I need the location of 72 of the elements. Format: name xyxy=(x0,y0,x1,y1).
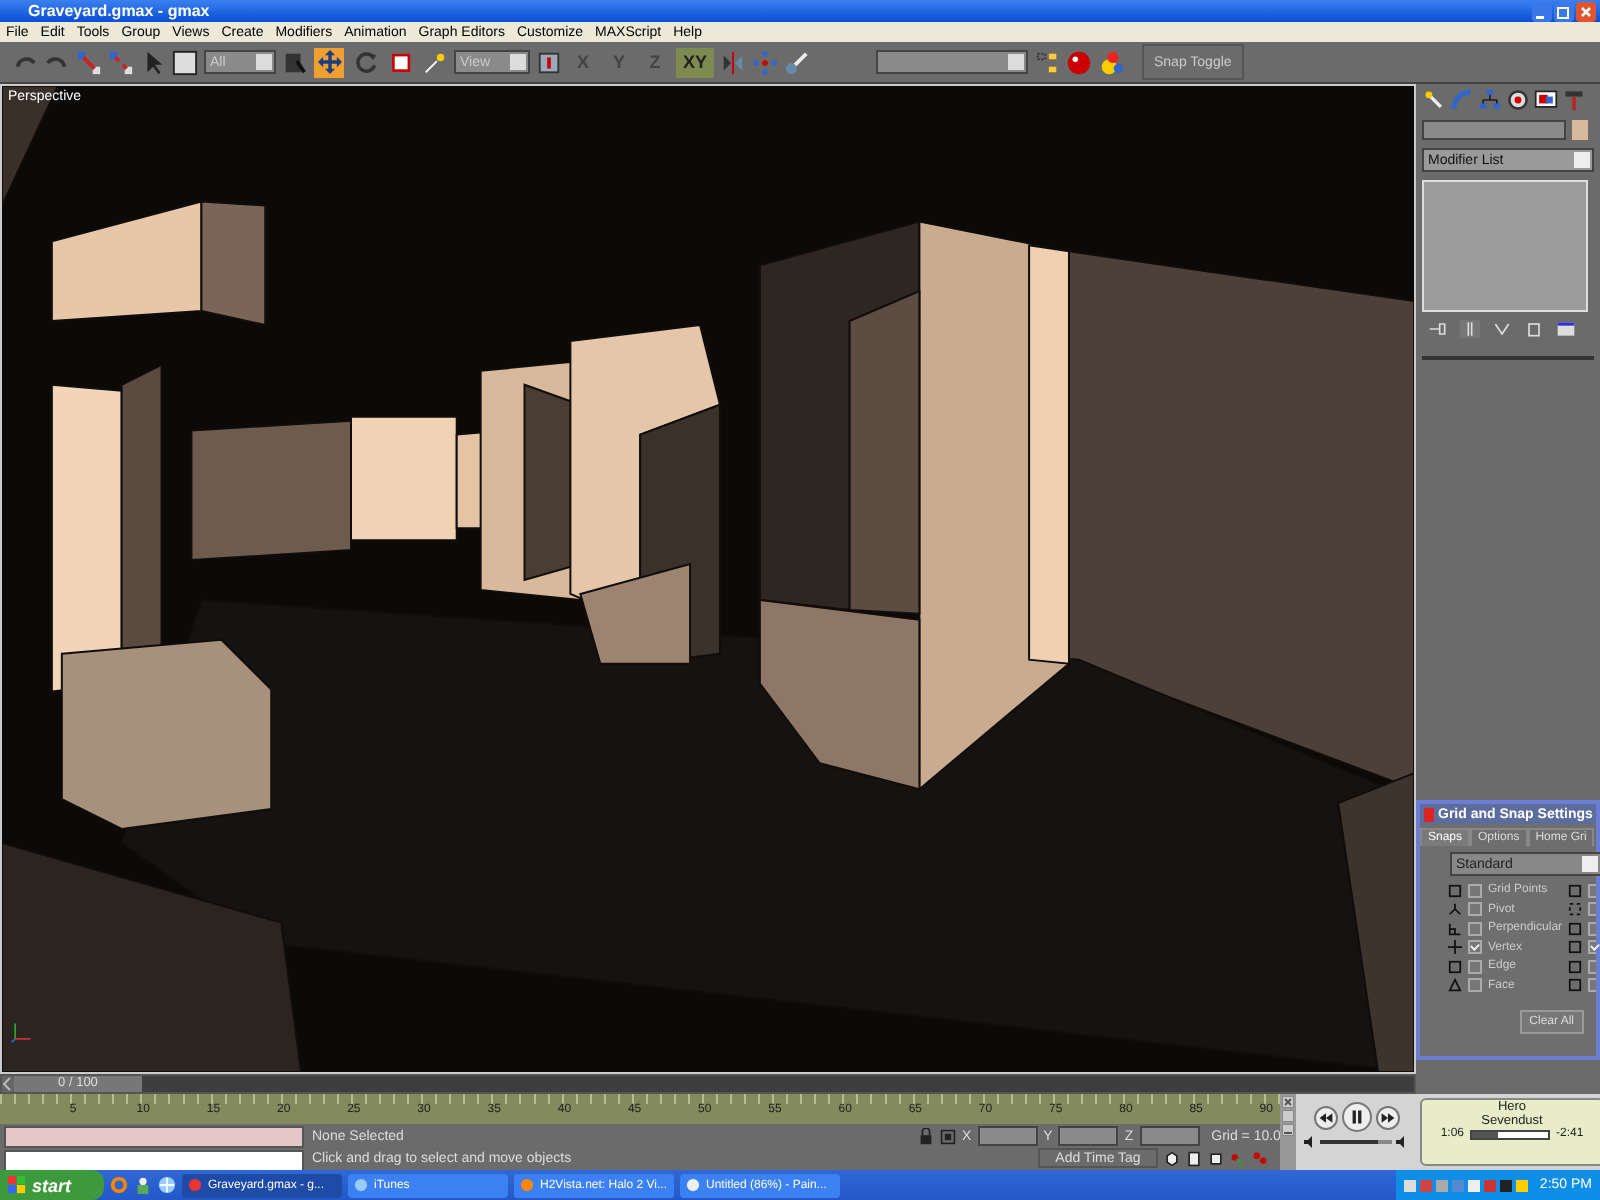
left-arrow-icon[interactable] xyxy=(2,1076,14,1092)
app-logo-icon xyxy=(1424,807,1434,821)
monitor-icon[interactable] xyxy=(1534,88,1558,112)
snap-checkbox[interactable] xyxy=(1468,959,1482,974)
select-by-name-icon[interactable] xyxy=(282,49,308,75)
perpendicular-icon xyxy=(1448,921,1462,936)
browser-icon[interactable] xyxy=(110,1176,128,1194)
pause-button[interactable] xyxy=(1341,1102,1371,1132)
coordinate-field[interactable] xyxy=(977,1126,1038,1146)
pivot-center-icon[interactable] xyxy=(536,49,562,75)
coordinate-field[interactable] xyxy=(1058,1126,1119,1146)
app-icon xyxy=(354,1178,368,1192)
unlink-icon[interactable] xyxy=(108,49,134,75)
app-icon xyxy=(686,1178,700,1192)
snap-checkbox[interactable] xyxy=(1588,940,1596,955)
pivot-icon xyxy=(1448,902,1462,917)
link-icon[interactable] xyxy=(76,49,102,75)
snap-checkbox[interactable] xyxy=(1588,902,1596,917)
square-outline-icon xyxy=(1448,959,1462,974)
snap-checkbox[interactable] xyxy=(1588,921,1597,936)
snap-checkbox[interactable] xyxy=(1468,883,1482,898)
snap-checkbox[interactable] xyxy=(1588,959,1596,974)
windows-flag-icon xyxy=(8,1176,26,1194)
colored-balls-icon[interactable] xyxy=(1098,49,1124,75)
next-button[interactable] xyxy=(1375,1105,1399,1129)
rewind-icon xyxy=(1317,1109,1333,1125)
lock-icon[interactable] xyxy=(918,1127,934,1145)
bars-icon[interactable] xyxy=(1460,320,1480,338)
window-title: Graveyard.gmax - gmax xyxy=(28,2,212,20)
close-icon[interactable] xyxy=(1576,1,1596,21)
globe-icon[interactable] xyxy=(158,1176,176,1194)
axis-constraint-button[interactable]: XY xyxy=(676,47,714,77)
grid-square-icon xyxy=(1448,883,1462,898)
app-icon xyxy=(188,1178,202,1192)
maxscript-output-field[interactable] xyxy=(4,1150,304,1172)
target-icon[interactable] xyxy=(1506,88,1530,112)
snap-checkbox[interactable] xyxy=(1588,978,1596,993)
restore-icon[interactable] xyxy=(1554,1,1574,21)
start-button[interactable]: start xyxy=(0,1170,104,1200)
speaker-icon xyxy=(1304,1136,1316,1148)
snap-checkbox[interactable] xyxy=(1468,978,1482,993)
restore-icon[interactable] xyxy=(1282,1110,1294,1122)
object-name-field[interactable] xyxy=(1422,120,1566,140)
figure-icon[interactable] xyxy=(134,1176,152,1194)
object-color-swatch[interactable] xyxy=(1572,120,1588,140)
mirror-icon[interactable] xyxy=(720,49,746,75)
absolute-mode-icon[interactable] xyxy=(940,1127,956,1145)
minimize-icon[interactable] xyxy=(1282,1124,1294,1136)
snap-checkbox[interactable] xyxy=(1468,902,1482,917)
document-icon[interactable] xyxy=(1186,1149,1202,1167)
pin-icon[interactable] xyxy=(1428,320,1448,338)
plus-icon xyxy=(1448,940,1462,955)
window-config-icon[interactable] xyxy=(1556,320,1576,338)
box-icon[interactable] xyxy=(1208,1149,1224,1167)
coordinate-field[interactable] xyxy=(1139,1126,1200,1146)
close-icon[interactable] xyxy=(1282,1096,1294,1108)
named-selection-field[interactable] xyxy=(876,50,1028,74)
axis-tripod-icon xyxy=(10,1020,34,1044)
fast-forward-icon xyxy=(1379,1109,1395,1125)
square-icon[interactable] xyxy=(172,49,198,75)
snap-checkbox[interactable] xyxy=(1468,921,1482,936)
app-icon xyxy=(520,1178,534,1192)
snap-checkbox[interactable] xyxy=(1588,883,1596,898)
song-progress-bar[interactable] xyxy=(1470,1129,1550,1139)
move-tool[interactable] xyxy=(314,47,344,77)
triangle-icon xyxy=(1448,978,1462,993)
previous-button[interactable] xyxy=(1313,1105,1337,1129)
snap-checkbox[interactable] xyxy=(1468,940,1482,955)
speaker-loud-icon xyxy=(1396,1136,1408,1148)
maxscript-listener-field[interactable] xyxy=(4,1126,304,1148)
cube-icon[interactable] xyxy=(1164,1149,1180,1167)
minimize-icon[interactable] xyxy=(1532,1,1552,21)
